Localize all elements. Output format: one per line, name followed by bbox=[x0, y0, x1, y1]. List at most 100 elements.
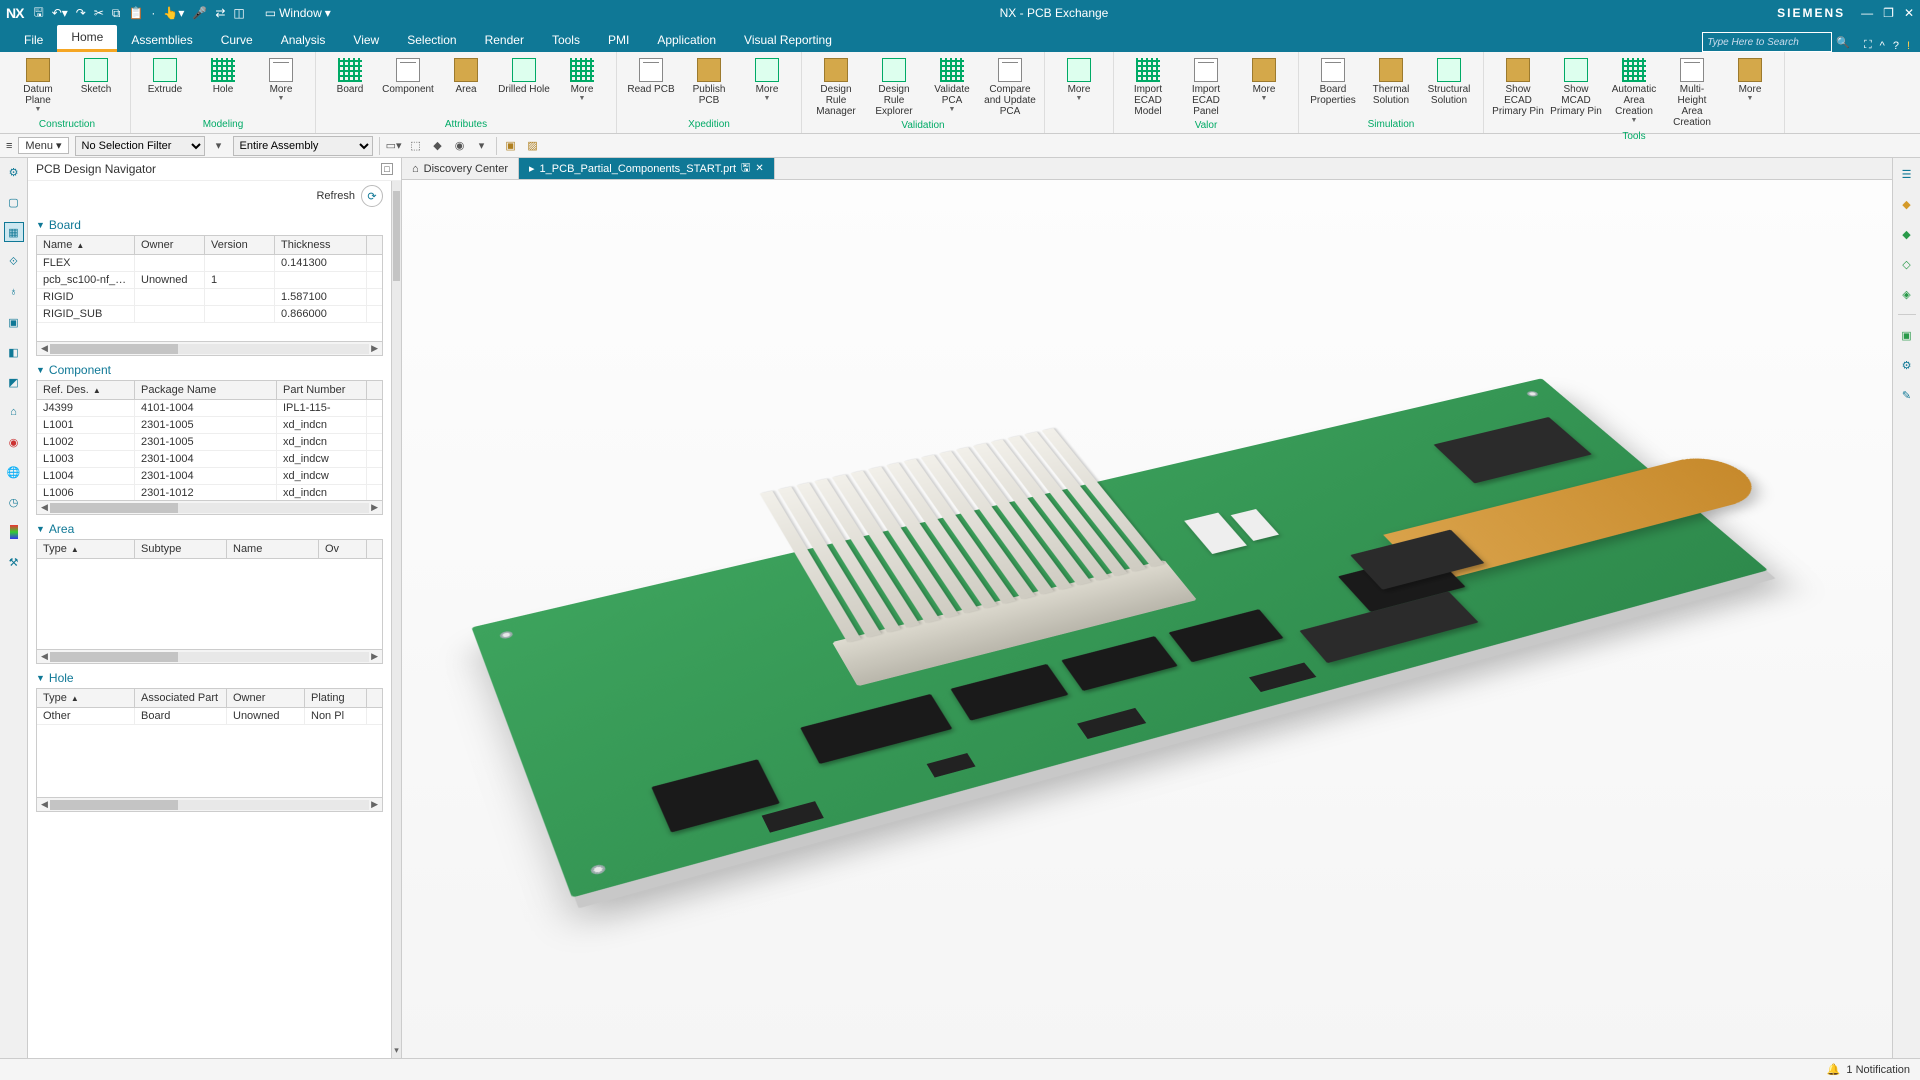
restore-icon[interactable]: ❐ bbox=[1883, 6, 1894, 20]
bell-icon[interactable]: 🔔 bbox=[1827, 1063, 1841, 1076]
table-hscroll[interactable]: ◀▶ bbox=[37, 649, 382, 663]
ribbon-btn-thermal-solution[interactable]: Thermal Solution bbox=[1363, 54, 1419, 108]
section-header-board[interactable]: ▼Board bbox=[28, 215, 391, 235]
ribbon-btn-drilled-hole[interactable]: Drilled Hole bbox=[496, 54, 552, 97]
3d-viewport[interactable] bbox=[402, 180, 1892, 1058]
table-hscroll[interactable]: ◀▶ bbox=[37, 797, 382, 811]
ribbon-tab-analysis[interactable]: Analysis bbox=[267, 28, 340, 52]
ribbon-btn-more[interactable]: More▼ bbox=[253, 54, 309, 104]
col-header[interactable]: Owner bbox=[135, 236, 205, 254]
table-hscroll[interactable]: ◀▶ bbox=[37, 500, 382, 514]
ribbon-tab-visual-reporting[interactable]: Visual Reporting bbox=[730, 28, 846, 52]
rrail-box-icon[interactable]: ▣ bbox=[1897, 325, 1917, 345]
menu-button[interactable]: Menu ▾ bbox=[18, 137, 68, 154]
ribbon-btn-compare-and-update-pca[interactable]: Compare and Update PCA bbox=[982, 54, 1038, 119]
ribbon-tab-home[interactable]: Home bbox=[57, 25, 117, 52]
panel-undock-icon[interactable]: □ bbox=[381, 163, 393, 175]
redo-icon[interactable]: ↷ bbox=[76, 6, 86, 20]
scroll-left-icon[interactable]: ◀ bbox=[41, 651, 48, 662]
table-row[interactable]: pcb_sc100-nf_st...Unowned1 bbox=[37, 272, 382, 289]
rail-hd3d-icon[interactable]: ◉ bbox=[4, 432, 24, 452]
col-header[interactable]: Package Name bbox=[135, 381, 277, 399]
ribbon-btn-extrude[interactable]: Extrude bbox=[137, 54, 193, 97]
touch-icon[interactable]: 👆▾ bbox=[163, 6, 184, 20]
ribbon-tab-view[interactable]: View bbox=[339, 28, 393, 52]
scroll-right-icon[interactable]: ▶ bbox=[371, 502, 378, 513]
col-header[interactable]: Name bbox=[227, 540, 319, 558]
paste-icon[interactable]: 📋 bbox=[128, 6, 143, 20]
rail-reuse-icon[interactable]: ⌂ bbox=[4, 402, 24, 422]
col-header[interactable]: Version bbox=[205, 236, 275, 254]
rrail-layer3-icon[interactable]: ◇ bbox=[1897, 254, 1917, 274]
ribbon-btn-more[interactable]: More▼ bbox=[1051, 54, 1107, 104]
rail-browser-icon[interactable]: 🌐 bbox=[4, 462, 24, 482]
doc-tab[interactable]: ⌂Discovery Center bbox=[402, 158, 519, 179]
ribbon-tab-file[interactable]: File bbox=[10, 28, 57, 52]
ribbon-btn-automatic-area-creation[interactable]: Automatic Area Creation▼ bbox=[1606, 54, 1662, 126]
col-header[interactable]: Thickness bbox=[275, 236, 367, 254]
table-row[interactable]: J43994101-1004IPL1-115- bbox=[37, 400, 382, 417]
rrail-layer2-icon[interactable]: ◆ bbox=[1897, 224, 1917, 244]
ribbon-btn-more[interactable]: More▼ bbox=[739, 54, 795, 104]
col-header[interactable]: Part Number bbox=[277, 381, 367, 399]
minimize-icon[interactable]: — bbox=[1861, 6, 1873, 20]
doc-save-icon[interactable]: 🖫 bbox=[741, 159, 750, 178]
switch-icon[interactable]: ⇄ bbox=[215, 6, 225, 20]
col-header[interactable]: Type▲ bbox=[37, 540, 135, 558]
col-header[interactable]: Ov bbox=[319, 540, 367, 558]
col-header[interactable]: Ref. Des.▲ bbox=[37, 381, 135, 399]
ribbon-btn-design-rule-manager[interactable]: Design Rule Manager bbox=[808, 54, 864, 119]
ribbon-tab-selection[interactable]: Selection bbox=[393, 28, 470, 52]
table-row[interactable]: L10042301-1004xd_indcw bbox=[37, 468, 382, 485]
table-row[interactable]: L10032301-1004xd_indcw bbox=[37, 451, 382, 468]
table-row[interactable]: FLEX0.141300 bbox=[37, 255, 382, 272]
col-header[interactable]: Owner bbox=[227, 689, 305, 707]
table-row[interactable]: L10062301-1012xd_indcn bbox=[37, 485, 382, 500]
help-icon[interactable]: ? bbox=[1893, 40, 1899, 52]
rail-part-icon[interactable]: ▢ bbox=[4, 192, 24, 212]
alert-icon[interactable]: ! bbox=[1907, 40, 1910, 52]
rrail-list-icon[interactable]: ☰ bbox=[1897, 164, 1917, 184]
rrail-layer4-icon[interactable]: ◈ bbox=[1897, 284, 1917, 304]
col-header[interactable]: Type▲ bbox=[37, 689, 135, 707]
undo-icon[interactable]: ↶▾ bbox=[52, 6, 68, 20]
rail-nav2-icon[interactable]: ◧ bbox=[4, 342, 24, 362]
table-row[interactable]: L10022301-1005xd_indcn bbox=[37, 434, 382, 451]
search-input[interactable] bbox=[1702, 32, 1832, 52]
rail-pcb-nav-icon[interactable]: ▦ bbox=[4, 222, 24, 242]
rrail-layer1-icon[interactable]: ◆ bbox=[1897, 194, 1917, 214]
rrail-gear-icon[interactable]: ⚙ bbox=[1897, 355, 1917, 375]
help-up-icon[interactable]: ^ bbox=[1880, 40, 1885, 52]
rail-history-icon[interactable]: ◷ bbox=[4, 492, 24, 512]
scroll-right-icon[interactable]: ▶ bbox=[371, 651, 378, 662]
ribbon-btn-area[interactable]: Area bbox=[438, 54, 494, 97]
doc-tab[interactable]: ▸1_PCB_Partial_Components_START.prt🖫✕ bbox=[519, 158, 775, 179]
ribbon-btn-publish-pcb[interactable]: Publish PCB bbox=[681, 54, 737, 108]
ribbon-btn-component[interactable]: Component bbox=[380, 54, 436, 97]
refresh-icon[interactable]: ⟳ bbox=[361, 185, 383, 207]
save-icon[interactable]: 🖫 bbox=[33, 3, 43, 24]
close-tab-icon[interactable]: ✕ bbox=[755, 163, 763, 174]
sel-cube2-icon[interactable]: ▨ bbox=[525, 138, 541, 154]
menu-hamburger-icon[interactable]: ≡ bbox=[6, 140, 12, 152]
ribbon-btn-import-ecad-panel[interactable]: Import ECAD Panel bbox=[1178, 54, 1234, 119]
scroll-right-icon[interactable]: ▶ bbox=[371, 343, 378, 354]
scroll-right-icon[interactable]: ▶ bbox=[371, 799, 378, 810]
close-window-icon[interactable]: ✕ bbox=[1904, 6, 1914, 20]
ribbon-tab-render[interactable]: Render bbox=[471, 28, 538, 52]
filter-toggle-icon[interactable]: ▾ bbox=[211, 138, 227, 154]
rail-layers-icon[interactable] bbox=[4, 522, 24, 542]
rail-nav1-icon[interactable]: ▣ bbox=[4, 312, 24, 332]
sel-cube-icon[interactable]: ▣ bbox=[503, 138, 519, 154]
search-icon[interactable]: 🔍 bbox=[1836, 36, 1850, 49]
assembly-filter-dropdown[interactable]: Entire Assembly bbox=[233, 136, 373, 156]
ribbon-btn-read-pcb[interactable]: Read PCB bbox=[623, 54, 679, 97]
rrail-pref-icon[interactable]: ✎ bbox=[1897, 385, 1917, 405]
notification-text[interactable]: 1 Notification bbox=[1846, 1064, 1910, 1076]
ribbon-btn-datum-plane[interactable]: Datum Plane▼ bbox=[10, 54, 66, 115]
ribbon-btn-design-rule-explorer[interactable]: Design Rule Explorer bbox=[866, 54, 922, 119]
sel-tool5-icon[interactable]: ▾ bbox=[474, 138, 490, 154]
col-header[interactable]: Associated Part bbox=[135, 689, 227, 707]
rail-roles-icon[interactable]: ⚒ bbox=[4, 552, 24, 572]
ribbon-btn-hole[interactable]: Hole bbox=[195, 54, 251, 97]
